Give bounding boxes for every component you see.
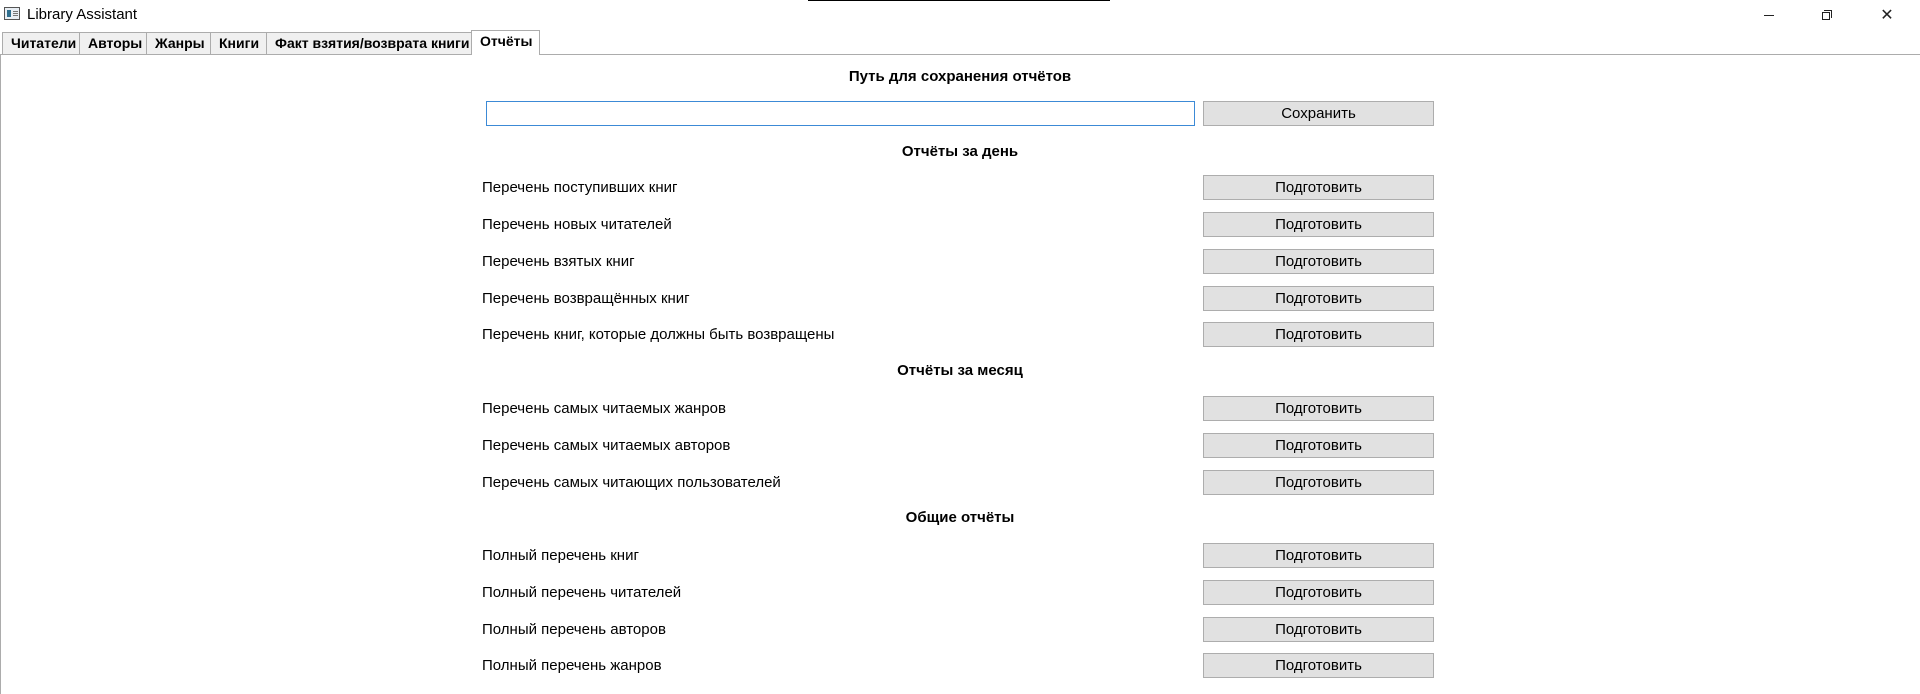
save-path-heading: Путь для сохранения отчётов (848, 68, 1072, 85)
prepare-top-genres-button[interactable]: Подготовить (1203, 396, 1434, 421)
minimize-button[interactable] (1746, 0, 1792, 30)
prepare-all-readers-button[interactable]: Подготовить (1203, 580, 1434, 605)
prepare-returned-books-button[interactable]: Подготовить (1203, 286, 1434, 311)
window-title: Library Assistant (27, 6, 138, 23)
maximize-button[interactable] (1804, 0, 1850, 30)
prepare-new-readers-button[interactable]: Подготовить (1203, 212, 1434, 237)
report-label-top-users: Перечень самых читающих пользователей (482, 474, 781, 491)
tab-readers[interactable]: Читатели (2, 32, 80, 54)
report-label-returned-books: Перечень возвращённых книг (482, 290, 690, 307)
close-icon: ✕ (1880, 7, 1894, 24)
report-label-all-genres: Полный перечень жанров (482, 657, 662, 674)
prepare-due-books-button[interactable]: Подготовить (1203, 322, 1434, 347)
close-button[interactable]: ✕ (1864, 0, 1910, 30)
title-bar: Library Assistant ✕ (0, 0, 1920, 30)
prepare-all-authors-button[interactable]: Подготовить (1203, 617, 1434, 642)
tab-books[interactable]: Книги (210, 32, 267, 54)
report-label-top-authors: Перечень самых читаемых авторов (482, 437, 731, 454)
restore-icon (1822, 10, 1832, 20)
tab-borrow-return[interactable]: Факт взятия/возврата книги (266, 32, 472, 54)
report-label-new-books: Перечень поступивших книг (482, 179, 678, 196)
app-icon (4, 7, 20, 20)
report-label-all-authors: Полный перечень авторов (482, 621, 666, 638)
daily-reports-heading: Отчёты за день (901, 143, 1019, 160)
prepare-new-books-button[interactable]: Подготовить (1203, 175, 1434, 200)
prepare-all-books-button[interactable]: Подготовить (1203, 543, 1434, 568)
tab-reports[interactable]: Отчёты (471, 30, 540, 55)
save-button[interactable]: Сохранить (1203, 101, 1434, 126)
monthly-reports-heading: Отчёты за месяц (897, 362, 1023, 379)
prepare-top-authors-button[interactable]: Подготовить (1203, 433, 1434, 458)
report-label-borrowed-books: Перечень взятых книг (482, 253, 635, 270)
report-label-top-genres: Перечень самых читаемых жанров (482, 400, 726, 417)
prepare-all-genres-button[interactable]: Подготовить (1203, 653, 1434, 678)
minimize-icon (1764, 14, 1774, 16)
report-label-due-books: Перечень книг, которые должны быть возвр… (482, 326, 835, 343)
prepare-borrowed-books-button[interactable]: Подготовить (1203, 249, 1434, 274)
tab-authors[interactable]: Авторы (79, 32, 147, 54)
report-label-all-readers: Полный перечень читателей (482, 584, 682, 601)
report-label-all-books: Полный перечень книг (482, 547, 639, 564)
general-reports-heading: Общие отчёты (905, 509, 1015, 526)
tab-genres[interactable]: Жанры (146, 32, 211, 54)
title-divider (808, 0, 1110, 1)
report-label-new-readers: Перечень новых читателей (482, 216, 672, 233)
prepare-top-users-button[interactable]: Подготовить (1203, 470, 1434, 495)
save-path-input[interactable] (486, 101, 1195, 126)
